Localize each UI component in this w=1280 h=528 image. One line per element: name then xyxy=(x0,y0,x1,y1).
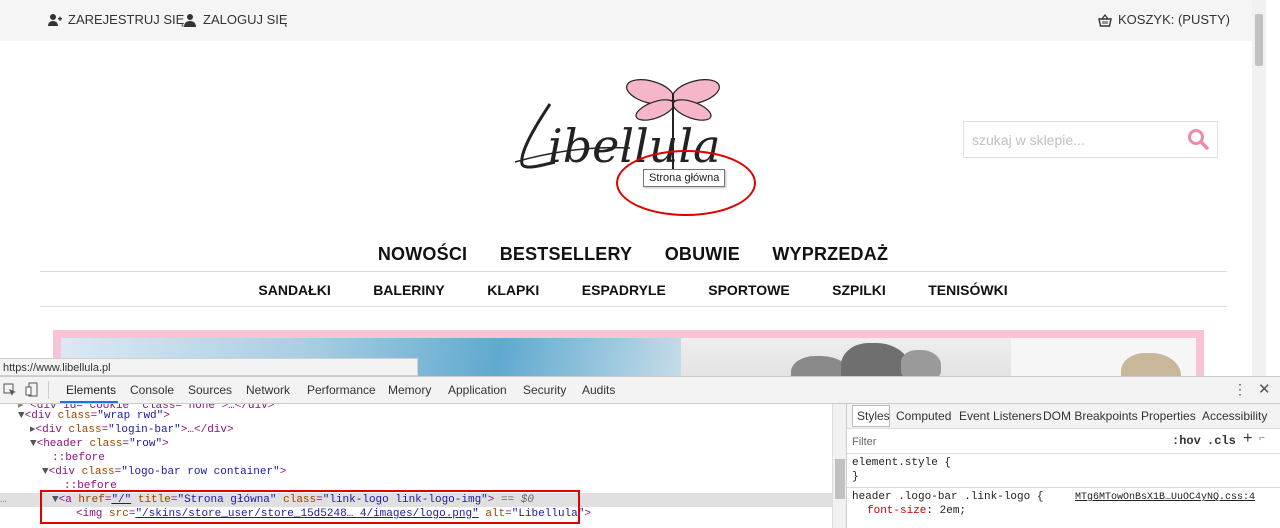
add-user-icon xyxy=(48,13,62,26)
nav-item-obuwie[interactable]: OBUWIE xyxy=(665,244,740,265)
tab-audits[interactable]: Audits xyxy=(582,383,615,397)
tab-console[interactable]: Console xyxy=(130,383,174,397)
register-label: ZAREJESTRUJ SIĘ xyxy=(68,12,185,27)
page-scrollbar[interactable] xyxy=(1252,0,1266,376)
hov-toggle[interactable]: :hov xyxy=(1172,434,1201,448)
dom-header-attr: class xyxy=(89,438,123,450)
dom-node-header[interactable]: ▼<header class="row"> xyxy=(30,437,169,451)
nav-item-bestsellery[interactable]: BESTSELLERY xyxy=(500,244,633,265)
elements-scrollbar-thumb[interactable] xyxy=(835,459,845,499)
active-tab-indicator xyxy=(60,401,118,403)
dom-wrap-tag: <div xyxy=(24,410,52,422)
subnav-item-tenisowki[interactable]: TENISÓWKI xyxy=(928,282,1007,298)
tab-network[interactable]: Network xyxy=(246,383,290,397)
subnav-item-baleriny[interactable]: BALERINY xyxy=(373,282,445,298)
rule-declaration[interactable]: font-size: 2em; xyxy=(867,505,966,517)
search-box xyxy=(963,121,1218,158)
page-scrollbar-thumb[interactable] xyxy=(1255,14,1263,66)
annotation-rectangle xyxy=(40,490,580,524)
sub-nav: SANDAŁKI BALERINY KLAPKI ESPADRYLE SPORT… xyxy=(0,282,1266,300)
devtools-tabbar: Elements Console Sources Network Perform… xyxy=(0,377,1280,404)
device-toolbar-icon[interactable] xyxy=(25,382,39,397)
dom-wrap-val: "wrap rwd" xyxy=(97,410,164,422)
dom-logobar-tag: <div xyxy=(48,466,76,478)
rule-value: 2em; xyxy=(939,505,967,517)
cart-label: KOSZYK: (PUSTY) xyxy=(1118,12,1230,27)
styles-divider-2 xyxy=(847,487,1280,488)
cls-toggle[interactable]: .cls xyxy=(1207,434,1236,448)
inspect-element-icon[interactable] xyxy=(3,383,17,397)
rule-source-link[interactable]: MTg6MTowOnBsX1B…UuOC4yNQ.css:4 xyxy=(1075,492,1255,503)
login-label: ZALOGUJ SIĘ xyxy=(203,12,288,27)
cart-link[interactable]: KOSZYK: (PUSTY) xyxy=(1098,12,1230,27)
dom-wrap-attr: class xyxy=(57,410,91,422)
banner-shoe-image xyxy=(1011,338,1196,376)
close-devtools-icon[interactable]: ✕ xyxy=(1258,380,1271,398)
subnav-item-sportowe[interactable]: SPORTOWE xyxy=(708,282,789,298)
toggle-sidebar-icon[interactable]: ⌐ xyxy=(1259,434,1265,445)
styles-tabbar: Styles Computed Event Listeners DOM Brea… xyxy=(847,404,1280,429)
tab-application[interactable]: Application xyxy=(448,383,507,397)
nav-item-wyprzedaz[interactable]: WYPRZEDAŻ xyxy=(772,244,888,265)
subtab-dom-breakpoints[interactable]: DOM Breakpoints xyxy=(1043,409,1138,423)
subtab-computed[interactable]: Computed xyxy=(896,409,951,423)
new-rule-icon[interactable]: + xyxy=(1243,430,1253,448)
nav-item-nowosci[interactable]: NOWOŚCI xyxy=(378,244,467,265)
devtools-panel: Elements Console Sources Network Perform… xyxy=(0,376,1280,528)
more-menu-icon[interactable]: ⋮ xyxy=(1233,381,1247,398)
website-viewport: ZAREJESTRUJ SIĘ ZALOGUJ SIĘ KOSZYK: (PUS… xyxy=(0,0,1266,376)
basket-icon xyxy=(1098,13,1112,27)
dom-node-wrap[interactable]: ▼<div class="wrap rwd"> xyxy=(18,409,170,423)
user-icon xyxy=(184,13,196,27)
dom-header-val: "row" xyxy=(129,438,163,450)
dom-logobar-attr: class xyxy=(81,466,115,478)
styles-filter-input[interactable]: Filter xyxy=(852,436,876,448)
search-icon[interactable] xyxy=(1187,128,1209,150)
dom-node-logo-bar[interactable]: ▼<div class="logo-bar row container"> xyxy=(42,465,286,479)
status-bar-url: https://www.libellula.pl xyxy=(0,358,418,376)
tab-elements[interactable]: Elements xyxy=(66,383,116,397)
subtab-event-listeners[interactable]: Event Listeners xyxy=(959,409,1042,423)
subnav-item-sandalki[interactable]: SANDAŁKI xyxy=(258,282,330,298)
dom-node-login-bar[interactable]: ▸<div class="login-bar">…</div> xyxy=(30,423,234,437)
main-nav: NOWOŚCI BESTSELLERY OBUWIE WYPRZEDAŻ xyxy=(0,244,1266,265)
nav-divider-top xyxy=(40,271,1227,272)
rule-prop: font-size xyxy=(867,505,927,517)
subnav-item-espadryle[interactable]: ESPADRYLE xyxy=(582,282,666,298)
banner-shoes-image xyxy=(681,338,1011,376)
logo-tooltip: Strona główna xyxy=(643,169,726,187)
subnav-item-szpilki[interactable]: SZPILKI xyxy=(832,282,886,298)
element-style-selector[interactable]: element.style { xyxy=(852,457,951,469)
register-link[interactable]: ZAREJESTRUJ SIĘ xyxy=(48,12,184,27)
top-bar: ZAREJESTRUJ SIĘ ZALOGUJ SIĘ KOSZYK: (PUS… xyxy=(0,0,1266,41)
subtab-properties[interactable]: Properties xyxy=(1141,409,1196,423)
subtab-styles[interactable]: Styles xyxy=(857,409,890,423)
tab-performance[interactable]: Performance xyxy=(307,383,376,397)
dom-login-rest: >…</div> xyxy=(180,424,234,436)
styles-pane: Styles Computed Event Listeners DOM Brea… xyxy=(846,404,1280,528)
subnav-item-klapki[interactable]: KLAPKI xyxy=(487,282,539,298)
dom-header-tag: <header xyxy=(36,438,83,450)
tab-security[interactable]: Security xyxy=(523,383,566,397)
tab-memory[interactable]: Memory xyxy=(388,383,431,397)
elements-scrollbar[interactable] xyxy=(832,404,847,528)
subtab-accessibility[interactable]: Accessibility xyxy=(1202,409,1267,423)
rule-selector[interactable]: header .logo-bar .link-logo { xyxy=(852,491,1043,503)
login-link[interactable]: ZALOGUJ SIĘ xyxy=(183,12,288,27)
element-style-close: } xyxy=(852,471,859,483)
styles-divider-1 xyxy=(847,453,1280,454)
dom-logobar-val: "logo-bar row container" xyxy=(121,466,280,478)
elements-tree: ▸ <div id="cookie" class="none">…</div> … xyxy=(0,404,832,528)
dom-node-before-1[interactable]: ::before xyxy=(52,451,105,465)
search-input[interactable] xyxy=(970,130,1174,150)
tab-sources[interactable]: Sources xyxy=(188,383,232,397)
dom-login-tag: <div xyxy=(35,424,62,436)
dom-login-attr: class xyxy=(68,424,102,436)
dom-login-val: "login-bar" xyxy=(108,424,181,436)
nav-divider-bottom xyxy=(40,306,1227,307)
